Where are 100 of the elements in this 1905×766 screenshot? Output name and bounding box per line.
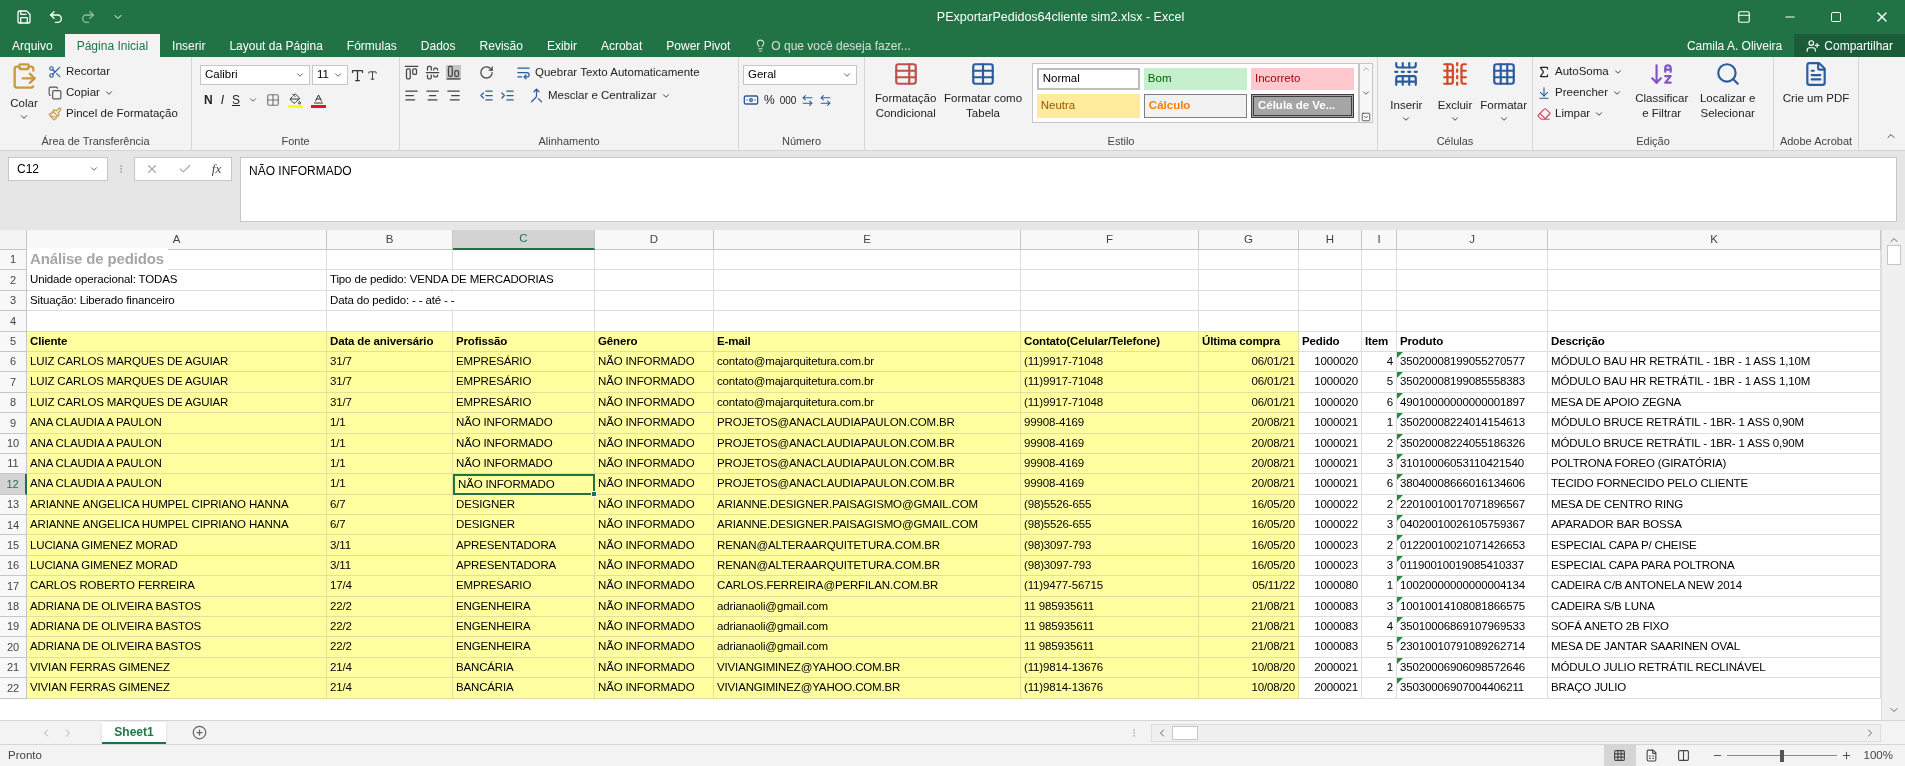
align-left-icon[interactable] — [404, 88, 419, 104]
row-header[interactable]: 5 — [0, 331, 27, 352]
ribbon-tab[interactable]: Exibir — [534, 34, 589, 57]
format-painter-button[interactable]: Pincel de Formatação — [48, 103, 178, 124]
row-header[interactable]: 14 — [0, 515, 27, 536]
paste-button[interactable]: Colar — [4, 61, 44, 132]
column-header[interactable]: E — [714, 230, 1021, 250]
wrap-text-button[interactable]: Quebrar Texto Automaticamente — [516, 64, 700, 82]
column-header[interactable]: H — [1299, 230, 1362, 250]
gallery-scroll[interactable] — [1359, 63, 1373, 123]
shrink-font-icon[interactable] — [367, 69, 378, 81]
insert-function-button[interactable]: fx — [211, 159, 222, 179]
ribbon-tab[interactable]: Arquivo — [0, 34, 65, 57]
autosum-button[interactable]: AutoSoma — [1537, 61, 1623, 82]
row-header[interactable]: 16 — [0, 555, 27, 577]
grow-font-icon[interactable] — [350, 67, 365, 83]
column-header[interactable]: G — [1199, 230, 1299, 250]
align-center-icon[interactable] — [425, 88, 440, 104]
clear-button[interactable]: Limpar — [1537, 103, 1623, 124]
fill-color-icon[interactable] — [288, 92, 304, 108]
format-button[interactable]: Formatar — [1479, 61, 1528, 132]
create-pdf-button[interactable]: Crie um PDF — [1778, 61, 1854, 132]
column-header[interactable]: J — [1397, 230, 1548, 250]
more-styles-icon[interactable] — [1361, 112, 1372, 122]
row-header[interactable]: 9 — [0, 413, 27, 434]
row-header[interactable]: 10 — [0, 433, 27, 454]
delete-button[interactable]: Excluir — [1430, 61, 1480, 132]
caret-icon[interactable] — [333, 70, 343, 80]
ribbon-tab[interactable]: Página Inicial — [64, 34, 161, 57]
increase-indent-icon[interactable] — [500, 88, 515, 104]
zoom-in-icon[interactable] — [1840, 750, 1852, 761]
currency-icon[interactable] — [743, 92, 759, 108]
copy-button[interactable]: Copiar — [48, 82, 178, 103]
normal-view-button[interactable] — [1603, 744, 1636, 766]
column-header[interactable]: D — [595, 230, 714, 250]
column-header[interactable]: I — [1362, 230, 1397, 250]
row-header[interactable]: 7 — [0, 372, 27, 393]
bold-button[interactable]: N — [204, 91, 213, 109]
cut-button[interactable]: Recortar — [48, 61, 178, 82]
caret-icon[interactable] — [89, 164, 99, 174]
row-header[interactable]: 3 — [0, 290, 27, 312]
ribbon-tab[interactable]: Power Pivot — [654, 34, 743, 57]
italic-button[interactable]: I — [220, 91, 224, 109]
row-header[interactable]: 11 — [0, 453, 27, 475]
ribbon-tab[interactable]: Dados — [408, 34, 468, 57]
column-header[interactable]: A — [27, 230, 327, 250]
name-box[interactable]: C12 — [8, 157, 108, 181]
scroll-down-icon[interactable] — [1361, 88, 1372, 98]
cell-style-swatch[interactable]: Neutra — [1036, 94, 1140, 118]
zoom-level[interactable]: 100% — [1863, 746, 1893, 765]
row-header[interactable]: 6 — [0, 351, 27, 373]
number-format-dropdown[interactable]: Geral — [743, 65, 857, 85]
row-header[interactable]: 8 — [0, 392, 27, 414]
row-header[interactable]: 20 — [0, 637, 27, 658]
thousands-button[interactable]: 000 — [779, 92, 797, 108]
row-header[interactable]: 22 — [0, 678, 27, 699]
formula-field[interactable]: NÃO INFORMADO — [240, 157, 1897, 222]
row-header[interactable]: 12 — [0, 474, 27, 495]
ribbon-tab[interactable]: Acrobat — [588, 34, 655, 57]
font-size-dropdown[interactable]: 11 — [312, 65, 348, 85]
align-middle-icon[interactable] — [425, 65, 440, 81]
ribbon-tab[interactable]: Layout da Página — [217, 34, 335, 57]
borders-icon[interactable] — [266, 93, 281, 107]
cell-style-swatch[interactable]: Normal — [1036, 68, 1140, 90]
row-header[interactable]: 19 — [0, 617, 27, 638]
fill-handle[interactable] — [591, 490, 597, 497]
format-as-table-button[interactable]: Formatar como Tabela — [942, 61, 1024, 132]
add-sheet-icon[interactable] — [192, 725, 207, 740]
row-header[interactable]: 18 — [0, 596, 27, 618]
find-select-button[interactable]: Localizar e Selecionar — [1692, 61, 1763, 132]
tell-me-field[interactable]: O que você deseja fazer... — [771, 36, 952, 55]
underline-button[interactable]: S — [232, 91, 241, 109]
ribbon-tab[interactable]: Revisão — [467, 34, 535, 57]
row-header[interactable]: 13 — [0, 494, 27, 516]
cell-style-swatch[interactable]: Bom — [1143, 68, 1247, 90]
merge-center-button[interactable]: Mesclar e Centralizar — [529, 87, 671, 105]
column-header[interactable]: F — [1021, 230, 1199, 250]
caret-icon[interactable] — [295, 70, 305, 80]
fill-button[interactable]: Preencher — [1537, 82, 1623, 103]
column-header[interactable]: C — [453, 230, 595, 250]
conditional-formatting-button[interactable]: Formatação Condicional — [869, 61, 943, 132]
save-icon[interactable] — [16, 9, 32, 25]
font-color-icon[interactable] — [311, 92, 327, 108]
row-header[interactable]: 2 — [0, 270, 27, 291]
orientation-icon[interactable] — [479, 65, 494, 81]
caret-icon[interactable] — [842, 70, 852, 80]
caret-icon[interactable] — [248, 95, 259, 105]
font-name-dropdown[interactable]: Calibri — [200, 65, 310, 85]
cell-style-swatch[interactable]: Incorreto — [1250, 68, 1355, 90]
zoom-slider[interactable] — [1726, 749, 1837, 762]
row-header[interactable]: 17 — [0, 576, 27, 597]
row-header[interactable]: 15 — [0, 535, 27, 556]
sort-filter-button[interactable]: Classificar e Filtrar — [1630, 61, 1693, 132]
align-right-icon[interactable] — [446, 88, 461, 104]
row-header[interactable]: 4 — [0, 311, 27, 332]
scroll-thumb[interactable] — [1172, 725, 1198, 740]
ribbon-tab[interactable]: Fórmulas — [334, 34, 409, 57]
ribbon-tab[interactable]: Inserir — [160, 34, 218, 57]
insert-button[interactable]: Inserir — [1382, 61, 1431, 132]
horizontal-scrollbar[interactable] — [1151, 723, 1881, 742]
